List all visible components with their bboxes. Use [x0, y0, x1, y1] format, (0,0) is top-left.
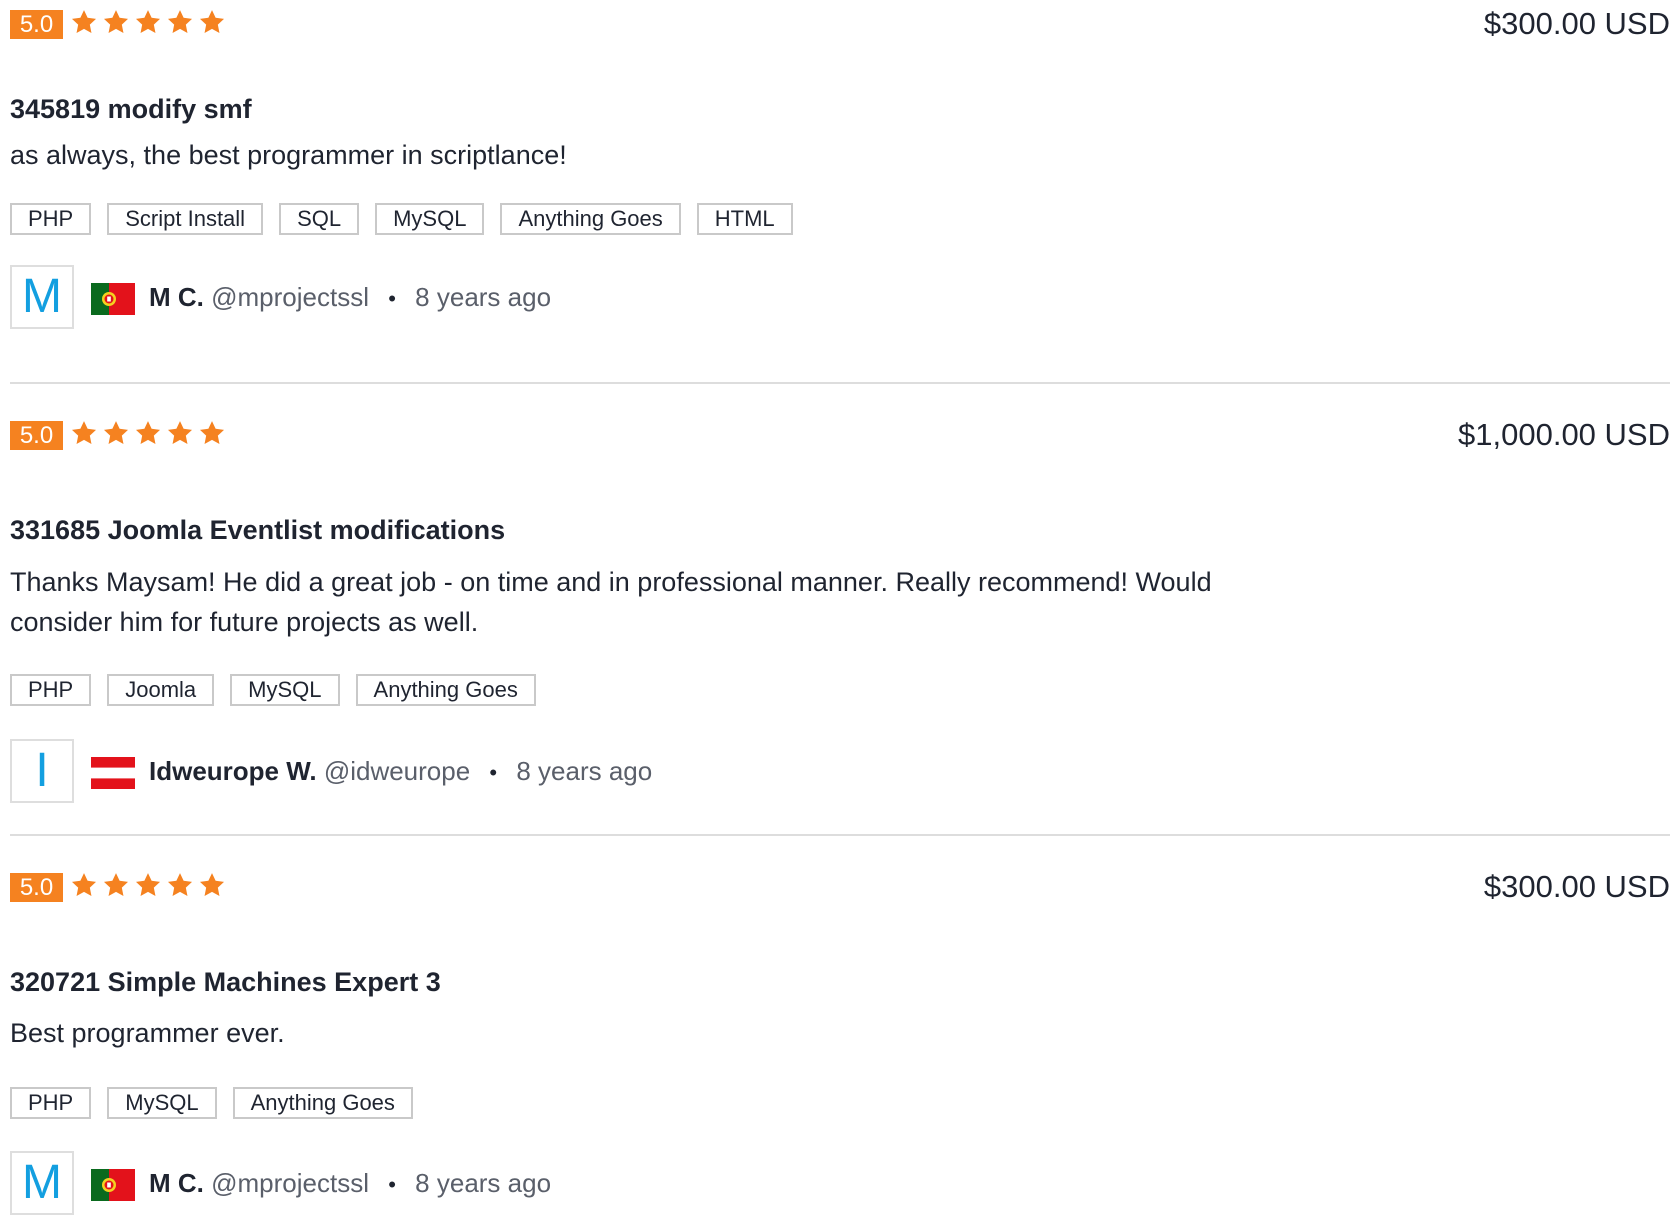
separator-dot: •: [489, 760, 498, 785]
divider: [10, 382, 1670, 384]
reviews-list: 5.0 $300.00 USD 345819 modify smf as alw…: [0, 0, 1680, 1218]
skill-tag[interactable]: Script Install: [107, 203, 264, 235]
star-icon: [134, 419, 162, 447]
star-rating: [70, 8, 226, 40]
review-comment: Best programmer ever.: [10, 1018, 285, 1048]
star-icon: [70, 419, 98, 447]
rating-badge: 5.0: [10, 10, 63, 39]
review-item: 5.0 $1,000.00 USD 331685 Joomla Eventlis…: [10, 417, 1670, 803]
project-title[interactable]: 331685 Joomla Eventlist modifications: [10, 515, 505, 546]
review-time: 8 years ago: [415, 282, 552, 312]
reviewer-line: Idweurope W. @idweurope • 8 years ago: [149, 753, 652, 791]
separator-dot: •: [388, 286, 396, 311]
star-rating: [70, 871, 226, 903]
project-price: $1,000.00 USD: [1458, 417, 1670, 452]
reviewer-username[interactable]: @mprojectssl: [211, 1168, 369, 1198]
project-price: $300.00 USD: [1483, 869, 1670, 904]
divider: [10, 834, 1670, 836]
star-icon: [102, 419, 130, 447]
skill-tag[interactable]: MySQL: [230, 674, 340, 706]
skill-tags: PHP Joomla MySQL Anything Goes: [10, 674, 536, 706]
star-icon: [166, 8, 194, 36]
avatar[interactable]: M: [10, 265, 74, 329]
star-icon: [134, 871, 162, 899]
project-price: $300.00 USD: [1483, 6, 1670, 41]
review-comment: Thanks Maysam! He did a great job - on t…: [10, 567, 1212, 637]
skill-tag[interactable]: SQL: [279, 203, 360, 235]
star-icon: [102, 871, 130, 899]
skill-tags: PHP Script Install SQL MySQL Anything Go…: [10, 203, 793, 235]
star-icon: [70, 8, 98, 36]
star-icon: [198, 871, 226, 899]
skill-tag[interactable]: Joomla: [107, 674, 215, 706]
reviewer-line: M C. @mprojectssl • 8 years ago: [149, 279, 551, 317]
rating-row: 5.0 $1,000.00 USD: [10, 417, 1670, 453]
reviewer-name[interactable]: M C.: [149, 282, 204, 312]
skill-tag[interactable]: HTML: [696, 203, 793, 235]
reviewer-info: M M C. @mprojectssl • 8 years ago: [10, 265, 1010, 329]
skill-tag[interactable]: Anything Goes: [232, 1087, 413, 1119]
review-time: 8 years ago: [415, 1168, 552, 1198]
skill-tag[interactable]: MySQL: [107, 1087, 217, 1119]
review-item: 5.0 $300.00 USD 320721 Simple Machines E…: [10, 869, 1670, 1215]
skill-tag[interactable]: PHP: [10, 203, 92, 235]
portugal-flag-icon: [91, 283, 135, 315]
skill-tags: PHP MySQL Anything Goes: [10, 1087, 413, 1119]
project-title[interactable]: 320721 Simple Machines Expert 3: [10, 967, 441, 998]
reviewer-info: I Idweurope W. @idweurope • 8 years ago: [10, 739, 1010, 803]
reviewer-name[interactable]: Idweurope W.: [149, 756, 317, 786]
rating-badge: 5.0: [10, 873, 63, 902]
project-title[interactable]: 345819 modify smf: [10, 94, 252, 125]
skill-tag[interactable]: MySQL: [375, 203, 485, 235]
skill-tag[interactable]: Anything Goes: [500, 203, 681, 235]
reviewer-username[interactable]: @idweurope: [324, 756, 470, 786]
reviewer-name[interactable]: M C.: [149, 1168, 204, 1198]
star-icon: [198, 419, 226, 447]
avatar[interactable]: M: [10, 1151, 74, 1215]
review-comment: as always, the best programmer in script…: [10, 140, 567, 170]
rating-row: 5.0 $300.00 USD: [10, 6, 1670, 42]
star-icon: [70, 871, 98, 899]
star-icon: [134, 8, 162, 36]
star-icon: [166, 419, 194, 447]
star-rating: [70, 419, 226, 451]
skill-tag[interactable]: Anything Goes: [355, 674, 536, 706]
rating-row: 5.0 $300.00 USD: [10, 869, 1670, 905]
rating-badge: 5.0: [10, 421, 63, 450]
review-item: 5.0 $300.00 USD 345819 modify smf as alw…: [10, 6, 1670, 329]
portugal-flag-icon: [91, 1169, 135, 1201]
separator-dot: •: [388, 1172, 396, 1197]
star-icon: [198, 8, 226, 36]
star-icon: [166, 871, 194, 899]
avatar[interactable]: I: [10, 739, 74, 803]
review-time: 8 years ago: [516, 756, 653, 786]
skill-tag[interactable]: PHP: [10, 1087, 92, 1119]
reviewer-username[interactable]: @mprojectssl: [211, 282, 369, 312]
skill-tag[interactable]: PHP: [10, 674, 92, 706]
reviewer-line: M C. @mprojectssl • 8 years ago: [149, 1165, 551, 1203]
reviewer-info: M M C. @mprojectssl • 8 years ago: [10, 1151, 1010, 1215]
austria-flag-icon: [91, 757, 135, 789]
star-icon: [102, 8, 130, 36]
